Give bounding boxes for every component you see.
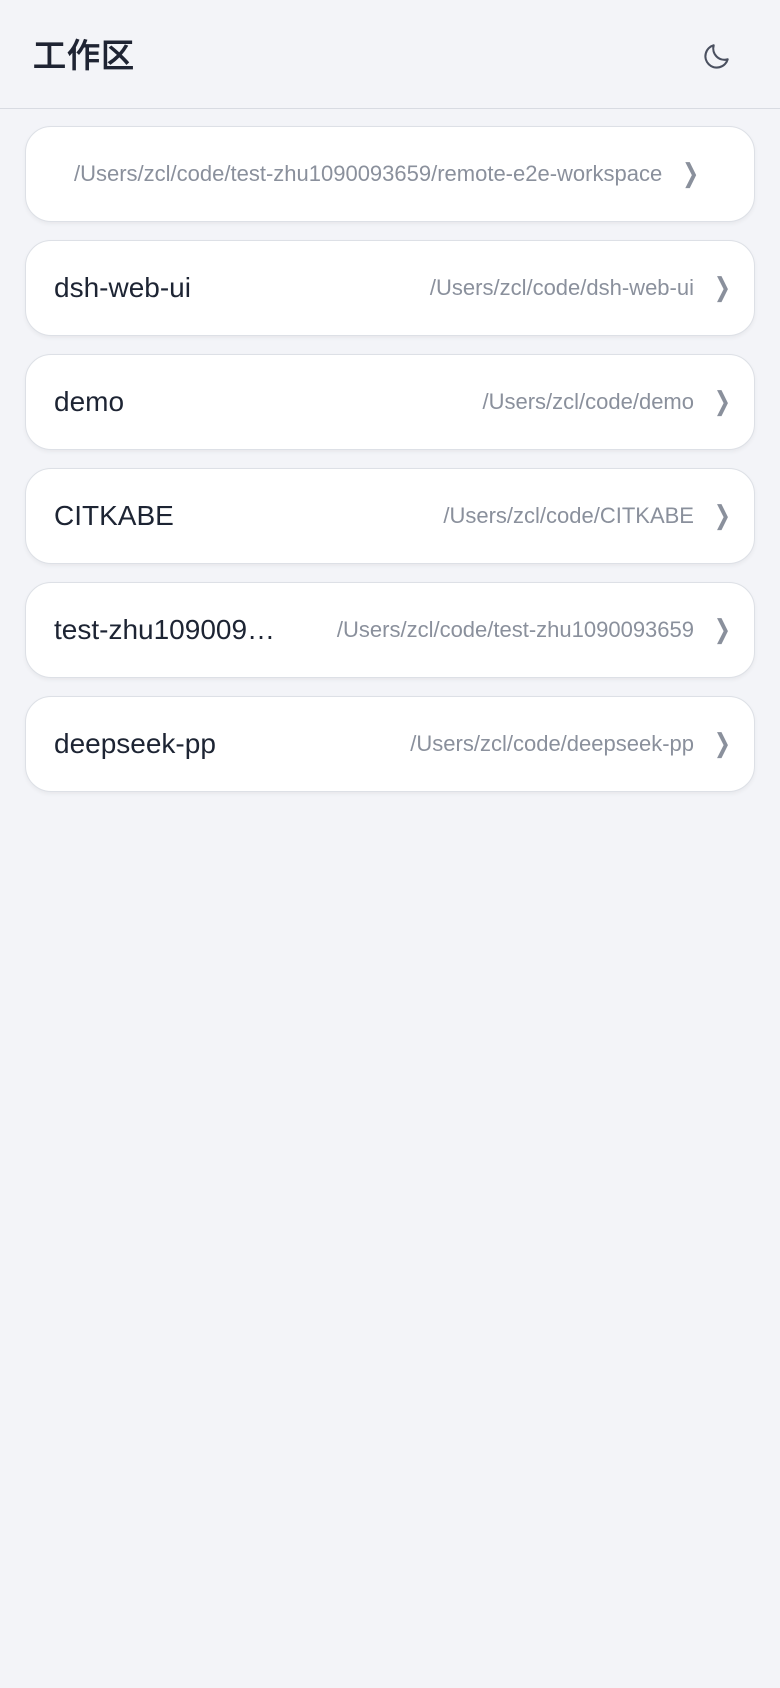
- chevron-right-icon: ❯: [714, 729, 731, 759]
- workspace-name: dsh-web-ui: [54, 272, 191, 303]
- theme-toggle-button[interactable]: [695, 34, 739, 78]
- chevron-right-icon: ❯: [714, 615, 731, 645]
- workspace-name: test-zhu1090093659: [54, 614, 284, 645]
- workspace-list: /Users/zcl/code/test-zhu1090093659/remot…: [25, 126, 755, 810]
- workspace-item[interactable]: test-zhu1090093659 /Users/zcl/code/test-…: [25, 582, 755, 678]
- chevron-right-icon: ❯: [714, 387, 731, 417]
- workspace-name: demo: [54, 386, 125, 417]
- workspace-name: deepseek-pp: [54, 728, 216, 759]
- workspace-item[interactable]: demo /Users/zcl/code/demo ❯: [25, 354, 755, 450]
- chevron-right-icon: ❯: [714, 273, 731, 303]
- page-title: 工作区: [33, 37, 135, 74]
- workspace-item[interactable]: deepseek-pp /Users/zcl/code/deepseek-pp …: [25, 696, 755, 792]
- workspace-path: /Users/zcl/code/test-zhu1090093659: [336, 617, 694, 642]
- workspace-path: /Users/zcl/code/test-zhu1090093659/remot…: [74, 161, 663, 186]
- chevron-right-icon: ❯: [682, 159, 699, 189]
- workspace-path: /Users/zcl/code/demo: [482, 389, 694, 414]
- app-header: 工作区: [0, 0, 780, 109]
- workspace-path: /Users/zcl/code/dsh-web-ui: [429, 275, 694, 300]
- chevron-right-icon: ❯: [714, 501, 731, 531]
- workspace-item[interactable]: /Users/zcl/code/test-zhu1090093659/remot…: [25, 126, 755, 222]
- moon-icon: [704, 44, 729, 69]
- workspace-name: CITKABE: [54, 500, 174, 531]
- workspace-path: /Users/zcl/code/CITKABE: [443, 503, 694, 528]
- workspace-path: /Users/zcl/code/deepseek-pp: [410, 731, 694, 756]
- workspace-item[interactable]: CITKABE /Users/zcl/code/CITKABE ❯: [25, 468, 755, 564]
- workspace-item[interactable]: dsh-web-ui /Users/zcl/code/dsh-web-ui ❯: [25, 240, 755, 336]
